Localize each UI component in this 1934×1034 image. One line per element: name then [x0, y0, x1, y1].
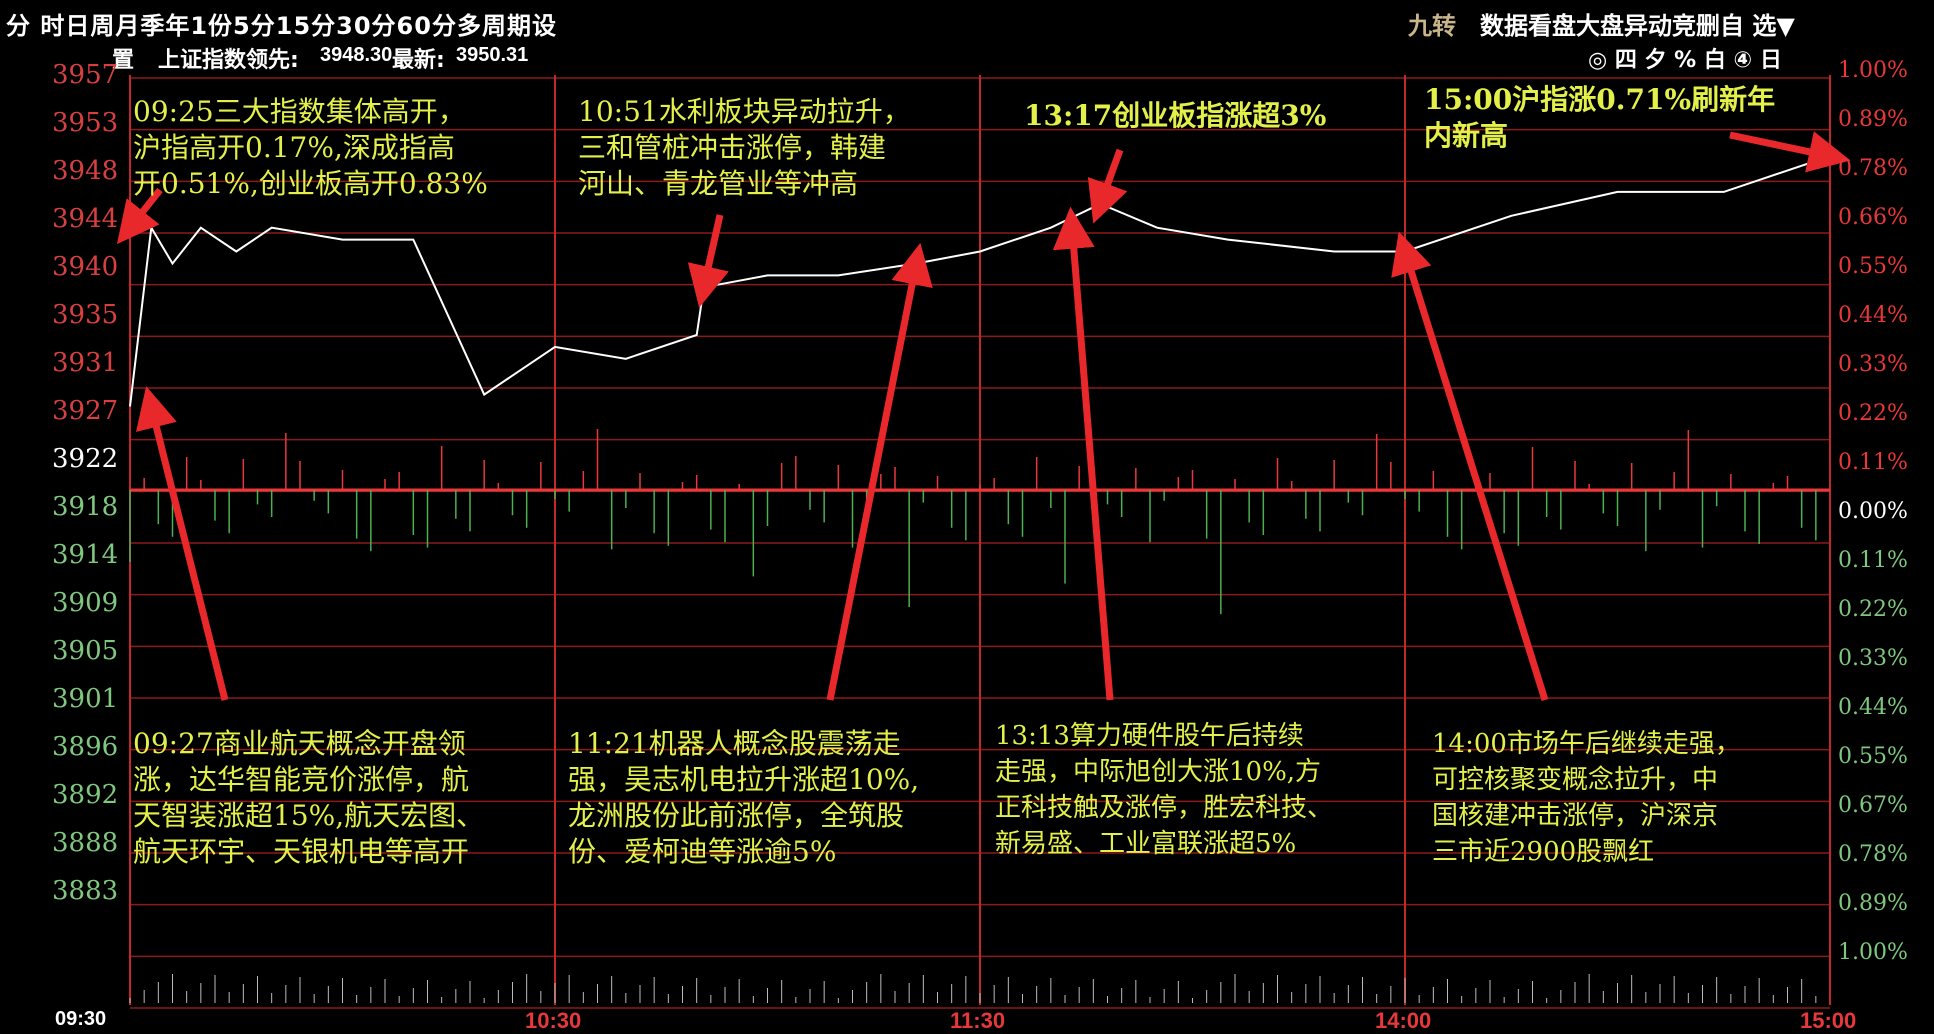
- y-right-tick: 0.89%: [1838, 891, 1908, 916]
- y-right-tick: 1.00%: [1838, 940, 1908, 965]
- y-left-tick: 3944: [52, 204, 119, 234]
- y-right-tick: 0.44%: [1838, 303, 1908, 328]
- y-left-tick: 3922: [52, 444, 119, 474]
- y-right-tick: 0.66%: [1838, 205, 1908, 230]
- annotation-a2: 10:51水利板块异动拉升， 三和管桩冲击涨停，韩建 河山、青龙管业等冲高: [578, 95, 911, 200]
- jiuzhuan-menu[interactable]: 九转: [1408, 6, 1456, 41]
- y-left-tick: 3905: [52, 636, 119, 666]
- y-right-tick: 0.44%: [1838, 695, 1908, 720]
- y-left-tick: 3901: [52, 684, 119, 714]
- annotation-arrow: [687, 214, 729, 308]
- y-left-tick: 3896: [52, 732, 119, 762]
- y-right-tick: 0.22%: [1838, 597, 1908, 622]
- y-right-tick: 0.00%: [1838, 499, 1908, 524]
- x-tick: 14:00: [1375, 1008, 1432, 1033]
- annotation-arrow: [1391, 231, 1549, 702]
- y-left-tick: 3883: [52, 876, 119, 906]
- toolbar: 分 时日周月季年1份5分15分30分60分多周期设 置 上证指数领先: 3948…: [0, 0, 1934, 74]
- y-left-tick: 3957: [52, 60, 119, 90]
- y-right-tick: 0.78%: [1838, 156, 1908, 181]
- y-left-tick: 3935: [52, 300, 119, 330]
- latest-label: 最新:: [392, 48, 445, 73]
- annotation-a1: 09:25三大指数集体高开， 沪指高开0.17%,深成指高 开0.51%,创业板…: [133, 95, 488, 200]
- y-left-tick: 3927: [52, 396, 119, 426]
- annotation-a4: 15:00沪指涨0.71%刷新年 内新高: [1424, 83, 1776, 152]
- y-left-tick: 3940: [52, 252, 119, 282]
- index-label: 上证指数领先:: [158, 48, 299, 73]
- annotation-arrow: [1087, 148, 1128, 224]
- y-left-tick: 3888: [52, 828, 119, 858]
- x-tick: 09:30: [55, 1008, 107, 1030]
- y-right-tick: 0.11%: [1838, 548, 1908, 573]
- annotation-a8: 14:00市场午后继续走强， 可控核聚变概念拉升，中 国核建冲击涨停，沪深京 三…: [1432, 729, 1741, 867]
- annotation-a5: 09:27商业航天概念开盘领 涨，达华智能竞价涨停，航 天智装涨超15%,航天宏…: [133, 727, 485, 868]
- view-icons[interactable]: ◎ 四 夕 % 白 ④ 日: [1588, 42, 1782, 74]
- x-tick: 10:30: [525, 1008, 582, 1033]
- y-left-tick: 3948: [52, 156, 119, 186]
- x-tick: 15:00: [1800, 1008, 1857, 1033]
- data-menu[interactable]: 数据看盘大盘异动竞删自 选▼: [1480, 6, 1795, 41]
- y-right-tick: 0.55%: [1838, 744, 1908, 769]
- y-left-tick: 3914: [52, 540, 119, 570]
- period-menu[interactable]: 分 时日周月季年1份5分15分30分60分多周期设: [6, 6, 557, 41]
- y-right-tick: 0.78%: [1838, 842, 1908, 867]
- annotation-a3: 13:17创业板指涨超3%: [1024, 99, 1327, 132]
- annotation-a6: 11:21机器人概念股震荡走 强，昊志机电拉升涨超10%, 龙洲股份此前涨停，全…: [568, 727, 920, 868]
- y-right-tick: 1.00%: [1838, 58, 1908, 83]
- y-left-tick: 3892: [52, 780, 119, 810]
- latest-value: 3950.31: [456, 44, 529, 66]
- y-right-tick: 0.33%: [1838, 352, 1908, 377]
- y-left-tick: 3918: [52, 492, 119, 522]
- x-tick: 11:30: [950, 1008, 1006, 1033]
- annotation-arrow: [136, 386, 229, 701]
- lead-value: 3948.30: [320, 44, 393, 66]
- volume-bars: [129, 429, 1817, 1003]
- y-right-tick: 0.89%: [1838, 107, 1908, 132]
- annotation-arrow: [1052, 206, 1114, 701]
- y-right-tick: 0.55%: [1838, 254, 1908, 279]
- y-left-tick: 3909: [52, 588, 119, 618]
- y-right-tick: 0.11%: [1838, 450, 1908, 475]
- y-right-tick: 0.33%: [1838, 646, 1908, 671]
- y-right-tick: 0.67%: [1838, 793, 1908, 818]
- annotation-a7: 13:13算力硬件股午后持续 走强，中际旭创大涨10%,方 正科技触及涨停，胜宏…: [995, 721, 1334, 859]
- annotation-arrow: [826, 242, 933, 701]
- y-left-tick: 3931: [52, 348, 119, 378]
- y-right-tick: 0.22%: [1838, 401, 1908, 426]
- y-left-tick: 3953: [52, 108, 119, 138]
